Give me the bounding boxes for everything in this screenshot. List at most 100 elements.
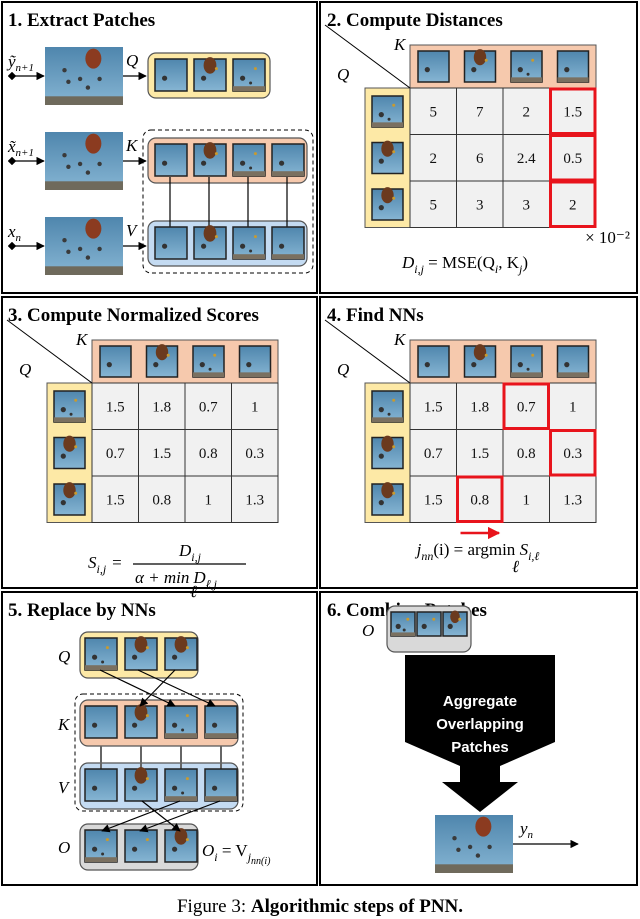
balloon xyxy=(201,243,207,249)
balloon xyxy=(105,838,109,842)
cell-value: 2 xyxy=(523,104,531,120)
image-patch xyxy=(124,636,158,671)
image-patch xyxy=(463,344,497,378)
image-patch xyxy=(193,57,227,92)
ground xyxy=(165,796,197,801)
balloon xyxy=(69,412,73,416)
balloon xyxy=(475,816,492,837)
balloon xyxy=(134,636,148,653)
image-patch xyxy=(371,187,404,221)
ground xyxy=(85,857,117,862)
balloon xyxy=(531,353,535,357)
formula-part: nn(i) xyxy=(251,856,271,867)
cell-value: 1 xyxy=(251,399,259,415)
balloon xyxy=(249,249,253,253)
balloon xyxy=(62,68,67,73)
balloon xyxy=(517,362,523,368)
image-patch xyxy=(124,767,158,802)
image-patch xyxy=(271,226,305,260)
panel-title: 3. Compute Normalized Scores xyxy=(8,305,259,326)
balloon xyxy=(92,785,98,791)
balloon xyxy=(62,153,67,158)
balloon xyxy=(63,482,76,499)
frame-ground xyxy=(45,96,123,105)
balloon xyxy=(487,844,492,850)
cell-value: 1.8 xyxy=(152,399,171,415)
ground xyxy=(272,171,304,176)
balloon xyxy=(85,218,102,239)
image-patch xyxy=(193,142,227,177)
ground xyxy=(54,417,85,422)
balloon xyxy=(424,362,430,368)
balloon xyxy=(456,847,461,852)
balloon xyxy=(185,646,189,650)
balloon xyxy=(105,646,109,650)
video-frame-image xyxy=(45,47,123,105)
balloon xyxy=(378,112,384,118)
balloon xyxy=(185,838,189,842)
panel-title: 4. Find NNs xyxy=(327,305,424,326)
ground xyxy=(239,372,271,377)
argmin-subscript: ℓ xyxy=(512,557,519,576)
input-signal-label: x̃n+1 xyxy=(7,137,34,159)
ground xyxy=(193,372,224,377)
frame-ground xyxy=(45,181,123,190)
arrow-label: V xyxy=(126,221,139,240)
balloon xyxy=(240,160,246,166)
balloon xyxy=(406,617,410,621)
balloon xyxy=(212,785,218,791)
balloon xyxy=(92,654,98,660)
balloon xyxy=(185,777,189,781)
formula: Oi = Vjnn(i) xyxy=(202,841,271,867)
balloon xyxy=(564,67,570,73)
aggregate-arrow-shape xyxy=(405,655,555,812)
balloon xyxy=(66,164,71,169)
cell-value: 6 xyxy=(476,151,484,167)
panel-title: 5. Replace by NNs xyxy=(8,600,156,621)
balloon xyxy=(77,246,83,252)
balloon xyxy=(378,205,384,211)
image-patch xyxy=(164,768,198,802)
patch-sky xyxy=(84,768,118,802)
balloon xyxy=(432,617,436,621)
image-patch xyxy=(271,143,305,177)
formula-numerator: Di,j xyxy=(178,541,202,564)
balloon xyxy=(452,836,457,841)
balloon xyxy=(74,445,78,449)
scale-note: × 10⁻² xyxy=(585,228,630,247)
balloon xyxy=(63,435,76,452)
image-patch xyxy=(238,345,272,378)
cell-value: 0.3 xyxy=(245,446,264,462)
ground xyxy=(511,372,542,377)
balloon xyxy=(214,235,218,239)
cell-value: 2 xyxy=(430,151,438,167)
caption-prefix: Figure 3: xyxy=(177,896,251,917)
balloon xyxy=(424,67,430,73)
frame-ground xyxy=(45,266,123,275)
cell-value: 1.5 xyxy=(152,446,171,462)
balloon xyxy=(132,722,138,728)
balloon xyxy=(213,353,217,357)
cell-value: 1.5 xyxy=(563,104,582,120)
pnn-figure: 1. Extract Patches 2. Compute Distances … xyxy=(1,1,638,917)
cell-value: 1.5 xyxy=(424,492,443,508)
image-patch xyxy=(556,345,590,378)
balloon xyxy=(145,838,149,842)
cell-value: 5 xyxy=(430,104,438,120)
frame-ground xyxy=(435,864,513,873)
balloon xyxy=(185,714,189,718)
balloon xyxy=(381,187,394,204)
video-frame-image xyxy=(45,132,123,190)
ground xyxy=(233,171,265,176)
balloon xyxy=(447,623,453,630)
balloon xyxy=(475,853,481,858)
balloon xyxy=(378,158,384,164)
cell-value: 3 xyxy=(476,197,484,213)
label-sub: n+1 xyxy=(16,62,34,74)
balloon xyxy=(155,344,169,361)
video-frame-image xyxy=(45,217,123,275)
ground xyxy=(85,665,117,670)
image-patch xyxy=(53,435,86,470)
balloon xyxy=(162,160,168,166)
balloon xyxy=(392,398,396,402)
